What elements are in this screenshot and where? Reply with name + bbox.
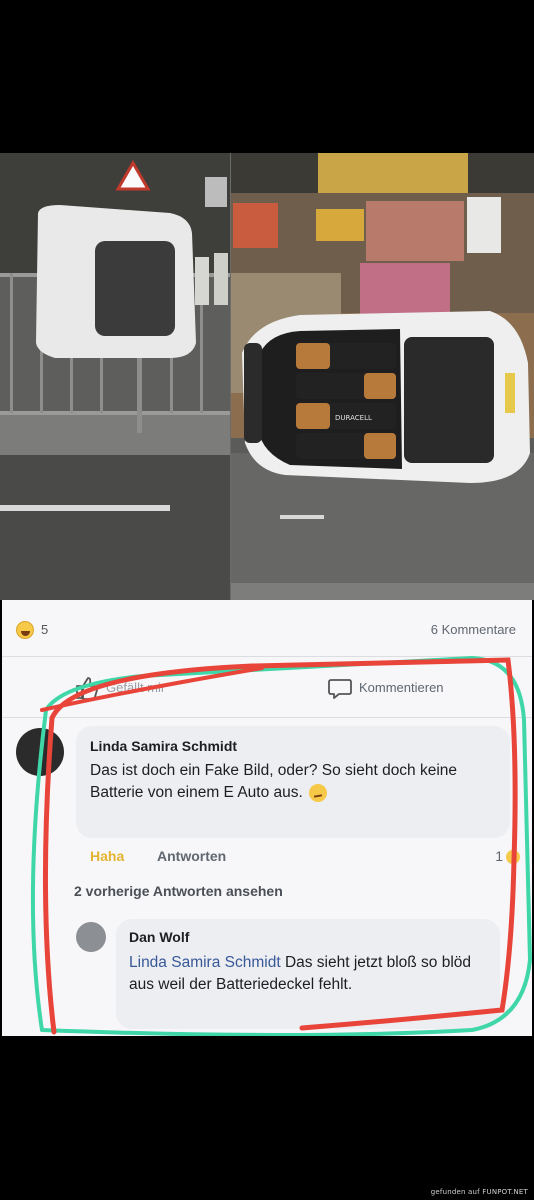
view-previous-replies-link[interactable]: 2 vorherige Antworten ansehen: [74, 883, 283, 899]
comment-text: Das ist doch ein Fake Bild, oder? So sie…: [90, 760, 490, 804]
haha-mini-icon: [506, 850, 520, 865]
comment-body: Das ist doch ein Fake Bild, oder? So sie…: [90, 762, 458, 801]
reaction-summary: 5 6 Kommentare: [2, 600, 532, 656]
post-photo[interactable]: DURACELL: [0, 153, 534, 600]
post-actions: Gefällt mir Kommentieren: [2, 656, 532, 718]
avatar[interactable]: [76, 922, 106, 952]
reply-button[interactable]: Antworten: [157, 848, 226, 864]
comment-meta: Haha Antworten 1: [90, 848, 520, 868]
thumbs-up-icon[interactable]: [74, 675, 100, 701]
avatar[interactable]: [16, 728, 64, 776]
comment-bubble-icon[interactable]: [328, 677, 352, 699]
reply-bubble: Dan Wolf Linda Samira Schmidt Das sieht …: [116, 919, 500, 1029]
comment-button[interactable]: Kommentieren: [359, 680, 444, 695]
reply-author[interactable]: Dan Wolf: [129, 929, 189, 945]
confused-emoji-icon: [309, 783, 328, 802]
reply-text: Linda Samira Schmidt Das sieht jetzt blo…: [129, 952, 497, 996]
comment-reaction-number: 1: [495, 848, 503, 864]
reaction-count[interactable]: 5: [41, 622, 48, 637]
comment-count[interactable]: 6 Kommentare: [431, 622, 516, 637]
battery-brand: DURACELL: [335, 414, 372, 422]
photo-illustration: DURACELL: [0, 153, 534, 600]
reply-mention[interactable]: Linda Samira Schmidt: [129, 954, 281, 971]
facebook-post-card: 5 6 Kommentare Gefällt mir Kommentieren …: [2, 600, 532, 1036]
haha-reaction-icon[interactable]: [16, 621, 34, 639]
like-button[interactable]: Gefällt mir: [106, 680, 165, 695]
comment-bubble: Linda Samira Schmidt Das ist doch ein Fa…: [76, 726, 510, 838]
haha-reaction-button[interactable]: Haha: [90, 848, 124, 864]
watermark: gefunden auf FUNPOT.NET: [430, 1188, 528, 1196]
comment-reaction-count[interactable]: 1: [495, 848, 520, 865]
comment-author[interactable]: Linda Samira Schmidt: [90, 738, 237, 754]
